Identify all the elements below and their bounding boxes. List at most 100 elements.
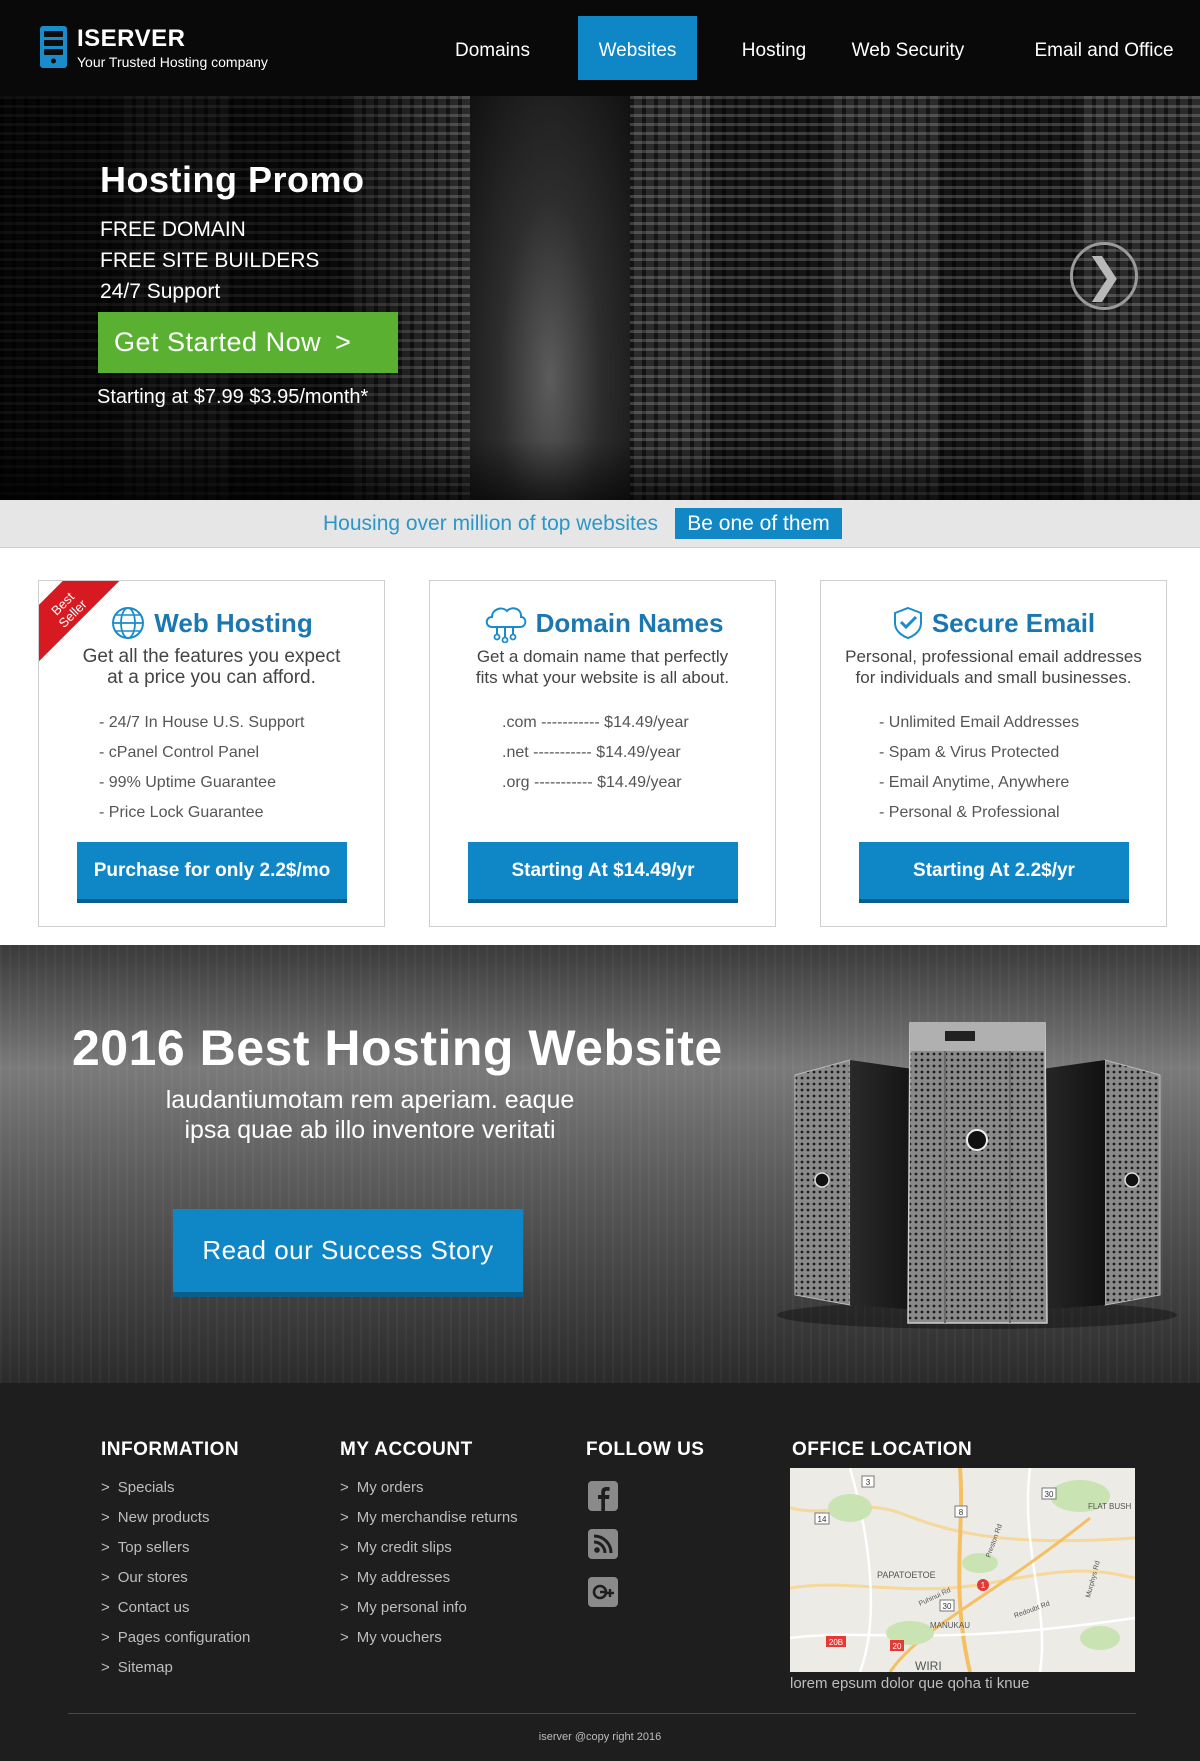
- secure-email-button[interactable]: Starting At 2.2$/yr: [859, 842, 1129, 903]
- card-header: Domain Names: [430, 605, 775, 643]
- footer-information: INFORMATION > Specials > New products > Top…: [101, 1439, 250, 1683]
- hero-feature: 24/7 Support: [100, 280, 221, 303]
- svg-text:FLAT BUSH: FLAT BUSH: [1088, 1502, 1131, 1511]
- servers-image: [777, 1022, 1177, 1329]
- success-story-button[interactable]: Read our Success Story: [173, 1209, 523, 1297]
- promo-section: 2016 Best Hosting Website laudantiumotam…: [0, 945, 1200, 1383]
- rss-icon[interactable]: [588, 1529, 618, 1559]
- price-list: .com ----------- $14.49/year .net ------…: [430, 708, 775, 798]
- footer: INFORMATION > Specials > New products > Top…: [0, 1383, 1200, 1761]
- tagline-strip: Housing over million of top websites: [0, 500, 1200, 548]
- list-item: - Personal & Professional: [879, 804, 1060, 821]
- svg-text:30: 30: [1045, 1490, 1054, 1499]
- card-header: Secure Email: [821, 605, 1166, 641]
- card-title: Web Hosting: [154, 607, 313, 638]
- hero-feature: FREE DOMAIN: [100, 218, 246, 241]
- google-plus-icon[interactable]: [588, 1577, 618, 1607]
- get-started-button[interactable]: Get Started Now >: [98, 312, 398, 373]
- list-item: .org ----------- $14.49/year: [502, 774, 682, 791]
- office-map[interactable]: 3 30 14 8 1 30 20B 20 FLAT BUSH PAPATOET…: [790, 1468, 1135, 1672]
- footer-link-vouchers[interactable]: > My vouchers: [340, 1623, 518, 1653]
- domain-names-button[interactable]: Starting At $14.49/yr: [468, 842, 738, 903]
- feature-list: - 24/7 In House U.S. Support - cPanel Co…: [39, 708, 384, 828]
- brand-name: ISERVER: [77, 25, 186, 52]
- card-header: Web Hosting: [39, 605, 384, 641]
- get-started-label: Get Started Now: [114, 327, 322, 357]
- footer-link-sitemap[interactable]: > Sitemap: [101, 1653, 250, 1683]
- list-item: .net ----------- $14.49/year: [502, 744, 681, 761]
- globe-icon: [112, 607, 145, 639]
- footer-follow: FOLLOW US: [586, 1439, 704, 1625]
- list-item: .com ----------- $14.49/year: [502, 714, 689, 731]
- list-item: - Email Anytime, Anywhere: [879, 774, 1070, 791]
- footer-heading: MY ACCOUNT: [340, 1439, 473, 1460]
- hero-feature: FREE SITE BUILDERS: [100, 249, 320, 272]
- list-item: - 24/7 In House U.S. Support: [99, 714, 305, 731]
- card-web-hosting: Best Seller Web Hosting Get all the featu…: [38, 580, 385, 927]
- svg-text:20B: 20B: [829, 1638, 843, 1647]
- hero-floor: [0, 440, 1200, 500]
- strip-text: Housing over million of top websites: [323, 512, 658, 535]
- cloud-network-icon: [485, 607, 526, 643]
- nav-hosting[interactable]: Hosting: [730, 16, 818, 80]
- list-item: - 99% Uptime Guarantee: [99, 774, 276, 791]
- footer-link-our-stores[interactable]: > Our stores: [101, 1563, 250, 1593]
- footer-heading: OFFICE LOCATION: [792, 1439, 973, 1460]
- svg-text:3: 3: [866, 1478, 871, 1487]
- footer-divider: [68, 1713, 1136, 1714]
- footer-heading: INFORMATION: [101, 1439, 240, 1460]
- nav-web-security[interactable]: Web Security: [846, 16, 970, 80]
- svg-text:WIRI: WIRI: [915, 1659, 942, 1672]
- promo-title: 2016 Best Hosting Website: [72, 1020, 723, 1076]
- footer-link-returns[interactable]: > My merchandise returns: [340, 1503, 518, 1533]
- svg-text:20: 20: [893, 1642, 902, 1651]
- list-item: - cPanel Control Panel: [99, 744, 260, 761]
- footer-link-addresses[interactable]: > My addresses: [340, 1563, 518, 1593]
- svg-text:8: 8: [959, 1508, 964, 1517]
- footer-link-new-products[interactable]: > New products: [101, 1503, 250, 1533]
- slider-next-button[interactable]: ❯: [1070, 242, 1138, 310]
- card-title: Domain Names: [535, 607, 724, 638]
- footer-link-pages-configuration[interactable]: > Pages configuration: [101, 1623, 250, 1653]
- svg-text:14: 14: [818, 1515, 827, 1524]
- footer-link-contact-us[interactable]: > Contact us: [101, 1593, 250, 1623]
- shield-check-icon: [893, 606, 922, 640]
- hero-title: Hosting Promo: [100, 159, 365, 200]
- svg-text:1: 1: [981, 1581, 986, 1590]
- map-caption: lorem epsum dolor que qoha ti knue: [790, 1675, 1030, 1692]
- list-item: - Price Lock Guarantee: [99, 804, 264, 821]
- promo-subtitle: laudantiumotam rem aperiam. eaque ipsa qu…: [165, 1086, 575, 1144]
- card-secure-email: Secure Email Personal, professional emai…: [820, 580, 1167, 927]
- list-item: - Unlimited Email Addresses: [879, 714, 1080, 731]
- arrow-right-icon: >: [335, 327, 352, 357]
- feature-list: - Unlimited Email Addresses - Spam & Vir…: [821, 708, 1166, 828]
- svg-text:30: 30: [943, 1602, 952, 1611]
- nav-websites[interactable]: Websites: [578, 16, 697, 80]
- facebook-icon[interactable]: [588, 1481, 618, 1511]
- svg-text:PAPATOETOE: PAPATOETOE: [877, 1570, 936, 1580]
- strip-badge[interactable]: Be one of them: [675, 508, 842, 539]
- card-subtitle: Personal, professional email addresses fo…: [845, 647, 1142, 687]
- card-title: Secure Email: [931, 607, 1096, 638]
- footer-link-orders[interactable]: > My orders: [340, 1473, 518, 1503]
- list-item: - Spam & Virus Protected: [879, 744, 1060, 761]
- top-navbar: ISERVER Your Trusted Hosting company Dom…: [0, 0, 1200, 96]
- brand-tagline: Your Trusted Hosting company: [77, 54, 268, 70]
- logo[interactable]: ISERVER Your Trusted Hosting company: [40, 26, 268, 70]
- card-subtitle: Get a domain name that perfectly fits wha…: [475, 647, 730, 687]
- chevron-right-icon: ❯: [1084, 249, 1124, 301]
- footer-link-credit-slips[interactable]: > My credit slips: [340, 1533, 518, 1563]
- footer-link-top-sellers[interactable]: > Top sellers: [101, 1533, 250, 1563]
- purchase-web-hosting-button[interactable]: Purchase for only 2.2$/mo: [77, 842, 347, 903]
- card-subtitle: Get all the features you expect at a pric…: [82, 646, 341, 688]
- copyright: iserver @copy right 2016: [538, 1731, 662, 1743]
- card-domain-names: Domain Names Get a domain name that perf…: [429, 580, 776, 927]
- hero-price: Starting at $7.99 $3.95/month*: [97, 386, 369, 408]
- nav-email-office[interactable]: Email and Office: [1024, 16, 1184, 80]
- server-logo-icon: [40, 26, 67, 68]
- svg-text:MANUKAU: MANUKAU: [930, 1621, 970, 1630]
- footer-link-personal-info[interactable]: > My personal info: [340, 1593, 518, 1623]
- footer-link-specials[interactable]: > Specials: [101, 1473, 250, 1503]
- footer-heading: FOLLOW US: [586, 1439, 705, 1460]
- nav-domains[interactable]: Domains: [440, 16, 545, 80]
